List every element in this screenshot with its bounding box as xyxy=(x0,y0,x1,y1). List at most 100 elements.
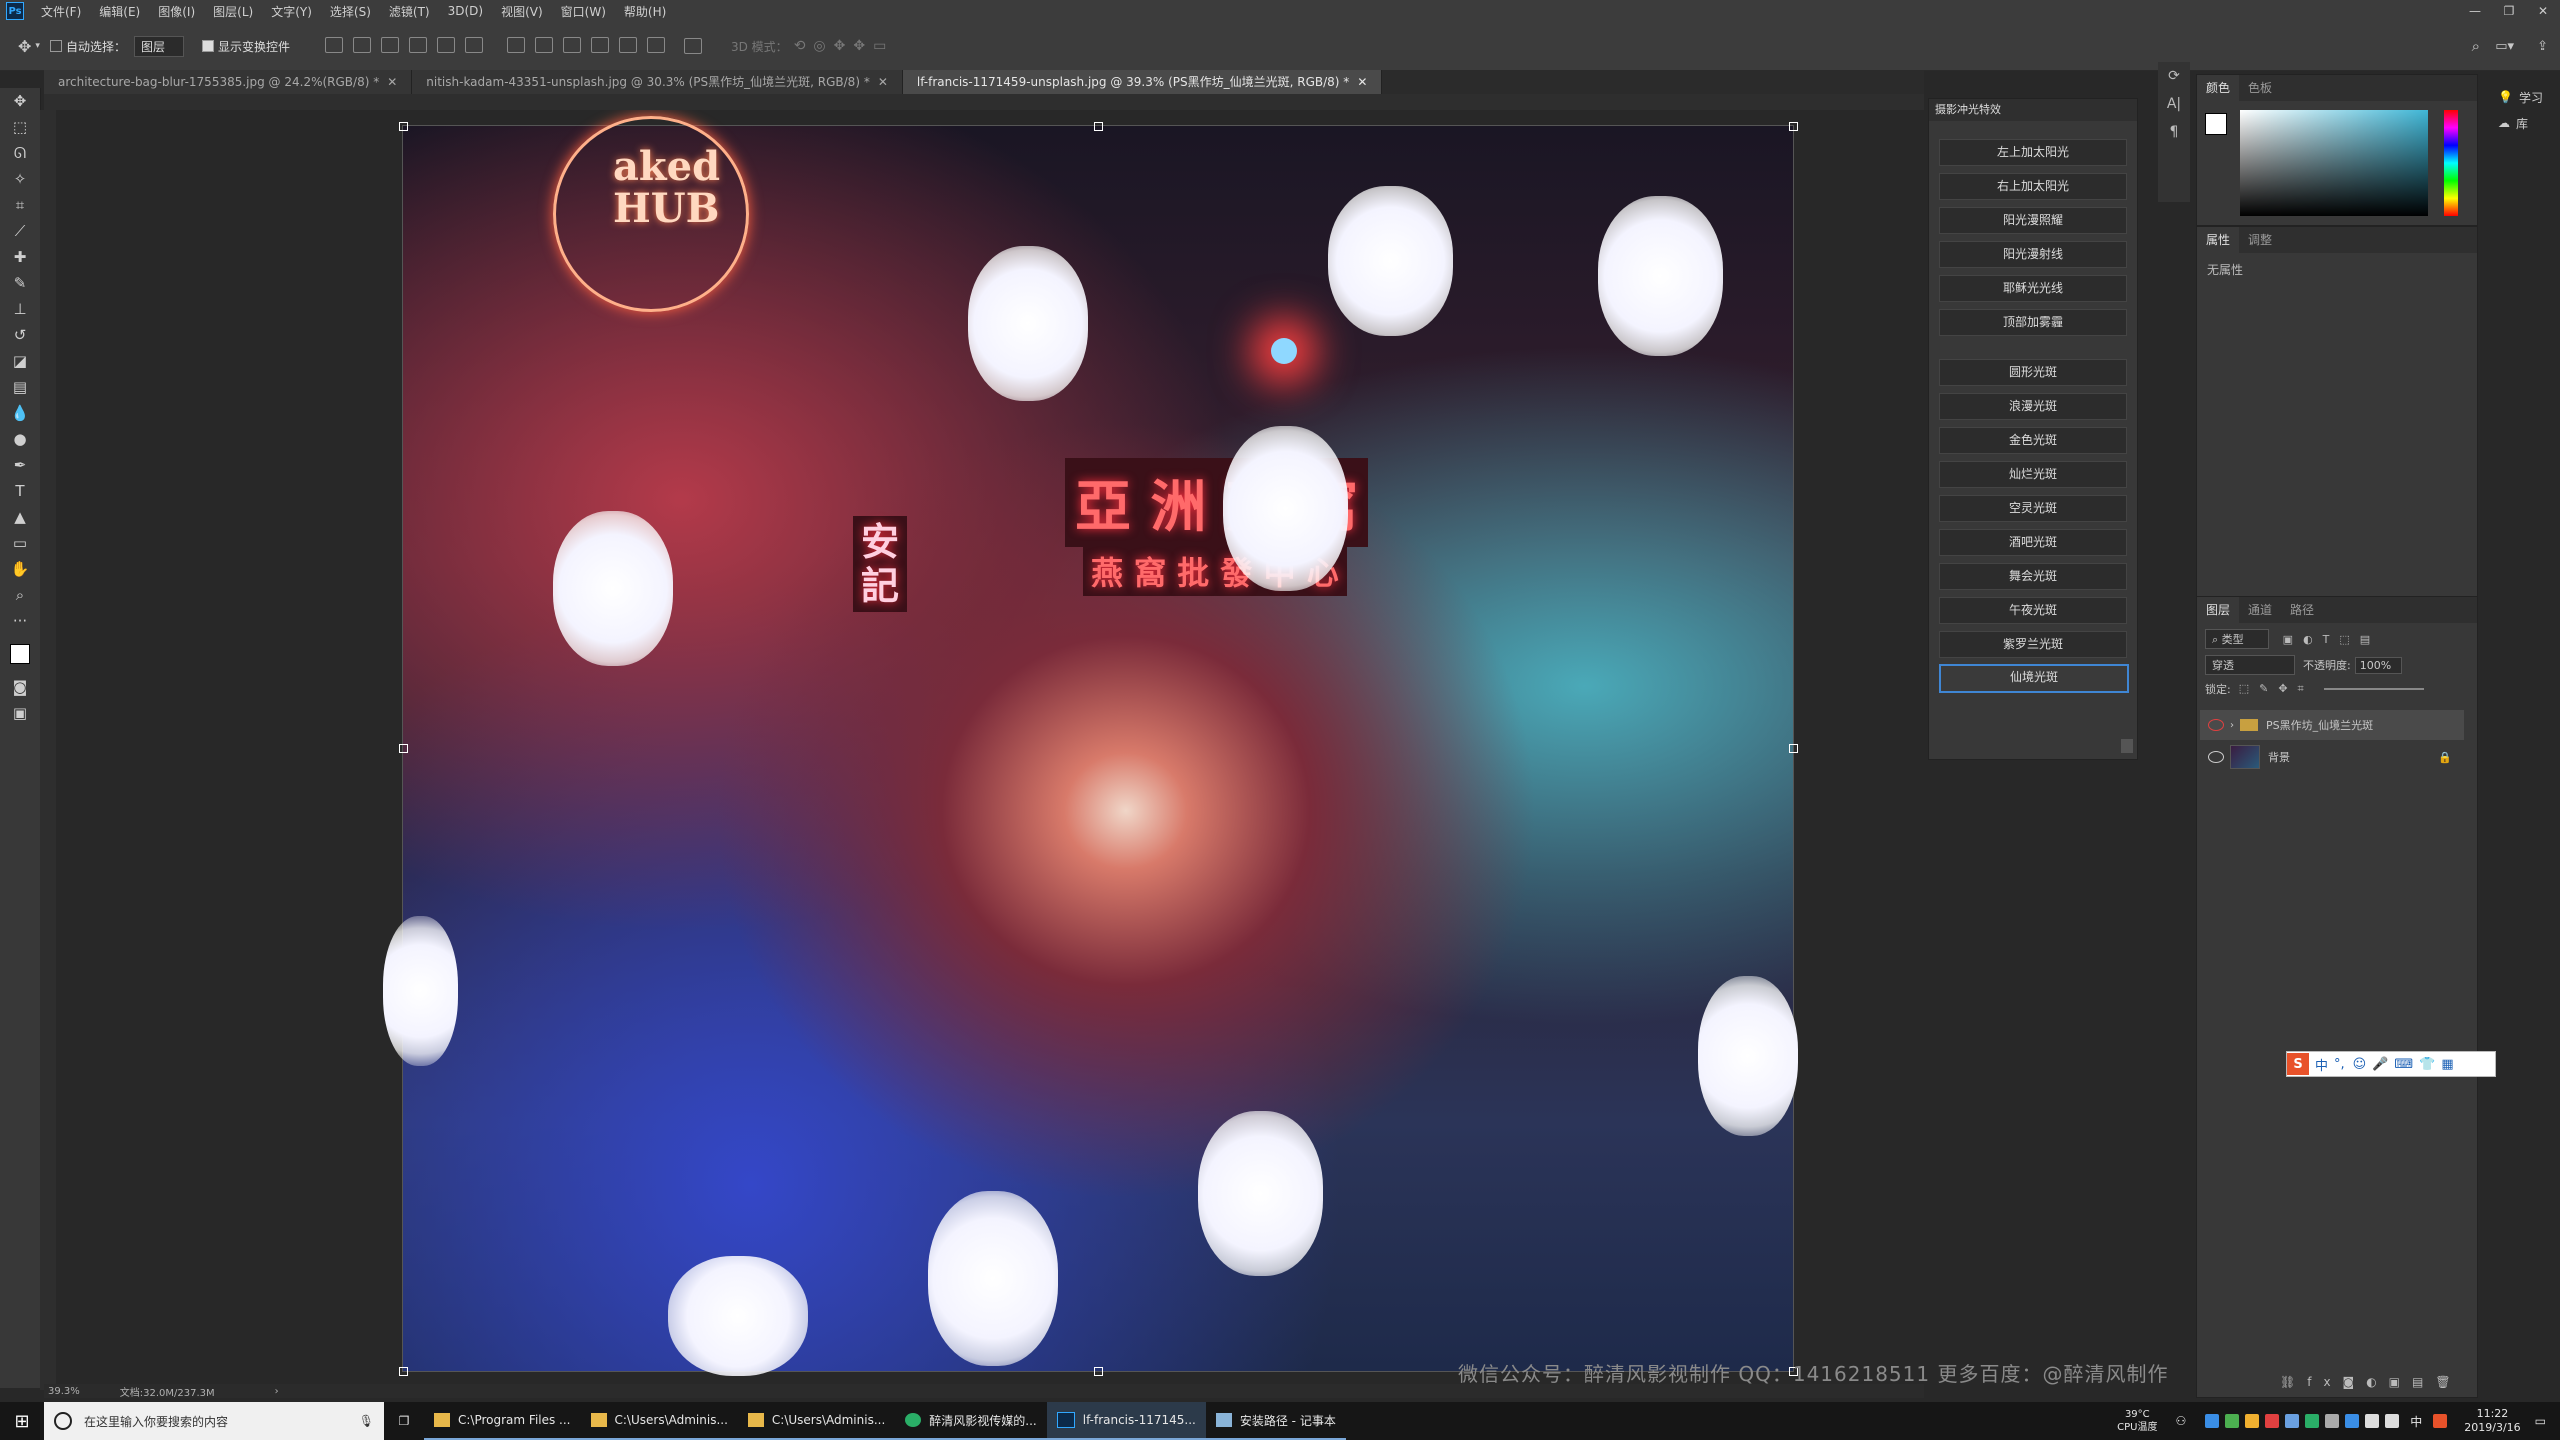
libraries-button[interactable]: ☁ 库 xyxy=(2490,110,2560,136)
microphone-icon[interactable]: 🎙 xyxy=(359,1414,374,1428)
stamp-tool-icon[interactable]: ⊥ xyxy=(0,296,40,322)
tab-adjustments[interactable]: 调整 xyxy=(2239,227,2281,253)
brush-tool-icon[interactable]: ✎ xyxy=(0,270,40,296)
fx-button-bar-bokeh[interactable]: 酒吧光斑 xyxy=(1939,529,2127,556)
fx-button-romantic-bokeh[interactable]: 浪漫光斑 xyxy=(1939,393,2127,420)
lock-icons[interactable]: ⬚✎✥⌗ xyxy=(2239,682,2314,696)
workspace-icon[interactable]: ▭▾ xyxy=(2495,39,2514,54)
ime-punct[interactable]: °, xyxy=(2334,1057,2345,1072)
taskbar-app-notepad[interactable]: 安装路径 - 记事本 xyxy=(1205,1402,1346,1440)
tab-color[interactable]: 颜色 xyxy=(2197,75,2240,101)
clock[interactable]: 11:22 2019/3/16 xyxy=(2464,1407,2520,1435)
layer-filter-dropdown[interactable]: ⌕ 类型 xyxy=(2205,629,2269,649)
dodge-tool-icon[interactable]: ● xyxy=(0,426,40,452)
taskbar-app-wechat[interactable]: 醉清风影视传媒的... xyxy=(895,1402,1047,1440)
fx-button-sunlight-glow[interactable]: 阳光漫照耀 xyxy=(1939,207,2127,234)
magic-wand-icon[interactable]: ✧ xyxy=(0,166,40,192)
blur-tool-icon[interactable]: 💧 xyxy=(0,400,40,426)
visibility-eye-icon[interactable] xyxy=(2208,719,2224,731)
align-top-icon[interactable] xyxy=(324,36,343,53)
layer-name[interactable]: PS黑作坊_仙境兰光斑 xyxy=(2266,717,2373,733)
fx-button-god-rays[interactable]: 耶稣光光线 xyxy=(1939,275,2127,302)
minimize-button[interactable]: — xyxy=(2458,0,2492,22)
path-select-icon[interactable]: ▲ xyxy=(0,504,40,530)
start-button[interactable]: ⊞ xyxy=(0,1402,44,1440)
menu-edit[interactable]: 编辑(E) xyxy=(90,3,149,20)
expand-arrow-icon[interactable]: › xyxy=(2230,720,2234,731)
distribute-hcenter-icon[interactable] xyxy=(618,36,637,53)
hue-slider[interactable] xyxy=(2444,110,2458,216)
fx-button-violet-bokeh[interactable]: 紫罗兰光斑 xyxy=(1939,631,2127,658)
sogou-tray-icon[interactable] xyxy=(2433,1414,2448,1428)
fx-button-sunlight-rays[interactable]: 阳光漫射线 xyxy=(1939,241,2127,268)
close-icon[interactable]: ✕ xyxy=(387,75,397,89)
zoom-tool-icon[interactable]: ⌕ xyxy=(0,582,40,608)
eyedropper-icon[interactable]: ⟋ xyxy=(0,218,40,244)
color-swatches[interactable] xyxy=(0,634,40,674)
menu-type[interactable]: 文字(Y) xyxy=(262,3,321,20)
visibility-eye-icon[interactable] xyxy=(2208,751,2224,763)
canvas-area[interactable]: aked HUB 亞 洲 燕 窩 燕 窩 批 發 中 心 安 記 xyxy=(56,110,1924,1390)
transform-handle[interactable] xyxy=(399,1367,408,1376)
menu-filter[interactable]: 滤镜(T) xyxy=(380,3,439,20)
tray-app-icon[interactable] xyxy=(2325,1414,2340,1428)
fx-button-gold-bokeh[interactable]: 金色光斑 xyxy=(1939,427,2127,454)
foreground-color-swatch[interactable] xyxy=(10,644,30,664)
fx-button-ethereal-bokeh[interactable]: 空灵光斑 xyxy=(1939,495,2127,522)
tray-app-icon[interactable] xyxy=(2225,1414,2240,1428)
tab-document-3[interactable]: lf-francis-1171459-unsplash.jpg @ 39.3% … xyxy=(902,70,1383,94)
zoom-level[interactable]: 39.3% xyxy=(48,1386,80,1397)
menu-select[interactable]: 选择(S) xyxy=(321,3,380,20)
fx-button-fairyland-bokeh[interactable]: 仙境光斑 xyxy=(1939,664,2129,693)
panel-resize-handle[interactable] xyxy=(2121,739,2133,753)
hand-tool-icon[interactable]: ✋ xyxy=(0,556,40,582)
share-icon[interactable]: ⇪ xyxy=(2537,39,2548,54)
restore-button[interactable]: ❐ xyxy=(2492,0,2526,22)
tab-paths[interactable]: 路径 xyxy=(2281,597,2323,623)
show-transform-checkbox[interactable]: 显示变换控件 xyxy=(201,38,290,55)
fx-button-sun-top-left[interactable]: 左上加太阳光 xyxy=(1939,139,2127,166)
blend-mode-dropdown[interactable]: 穿透 xyxy=(2205,655,2295,675)
task-view-icon[interactable]: ❐ xyxy=(384,1414,424,1428)
taskbar-app-explorer-2[interactable]: C:\Users\Adminis... xyxy=(580,1402,738,1440)
fx-button-dance-bokeh[interactable]: 舞会光斑 xyxy=(1939,563,2127,590)
taskbar-search[interactable]: 在这里输入你要搜索的内容 🎙 xyxy=(44,1402,384,1440)
transform-handle[interactable] xyxy=(399,122,408,131)
fx-button-brilliant-bokeh[interactable]: 灿烂光斑 xyxy=(1939,461,2127,488)
align-right-icon[interactable] xyxy=(464,36,483,53)
ime-mode[interactable]: 中 xyxy=(2315,1055,2328,1074)
tab-layers[interactable]: 图层 xyxy=(2197,597,2240,623)
color-picker-field[interactable] xyxy=(2240,110,2428,216)
volume-icon[interactable] xyxy=(2385,1414,2400,1428)
tray-app-icon[interactable] xyxy=(2205,1414,2220,1428)
align-left-icon[interactable] xyxy=(408,36,427,53)
tab-properties[interactable]: 属性 xyxy=(2197,227,2240,253)
menu-image[interactable]: 图像(I) xyxy=(149,3,204,20)
align-hcenter-icon[interactable] xyxy=(436,36,455,53)
search-icon[interactable]: ⌕ xyxy=(2472,37,2480,55)
ime-tray-indicator[interactable]: 中 xyxy=(2410,1413,2422,1430)
distribute-left-icon[interactable] xyxy=(590,36,609,53)
foreground-color-swatch[interactable] xyxy=(2205,113,2227,135)
eraser-icon[interactable]: ◪ xyxy=(0,348,40,374)
quick-mask-icon[interactable]: ◙ xyxy=(0,674,40,700)
auto-select-checkbox[interactable]: 自动选择： xyxy=(49,38,126,55)
tab-swatches[interactable]: 色板 xyxy=(2239,75,2281,101)
crop-tool-icon[interactable]: ⌗ xyxy=(0,192,40,218)
distribute-vcenter-icon[interactable] xyxy=(534,36,553,53)
layers-footer-icons[interactable]: ⛓fx◙◐▣▤🗑 xyxy=(2280,1375,2463,1389)
tab-document-2[interactable]: nitish-kadam-43351-unsplash.jpg @ 30.3% … xyxy=(412,70,903,94)
history-brush-icon[interactable]: ↺ xyxy=(0,322,40,348)
marquee-tool-icon[interactable]: ⬚ xyxy=(0,114,40,140)
document-image[interactable]: aked HUB 亞 洲 燕 窩 燕 窩 批 發 中 心 安 記 xyxy=(383,116,1798,1376)
auto-select-dropdown[interactable]: 图层 xyxy=(133,35,184,57)
layer-row-background[interactable]: 背景 🔒 xyxy=(2200,742,2464,772)
fx-button-sun-top-right[interactable]: 右上加太阳光 xyxy=(1939,173,2127,200)
gradient-tool-icon[interactable]: ▤ xyxy=(0,374,40,400)
fx-button-round-bokeh[interactable]: 圆形光斑 xyxy=(1939,359,2127,386)
tab-document-1[interactable]: architecture-bag-blur-1755385.jpg @ 24.2… xyxy=(44,70,413,94)
more-tools-icon[interactable]: ··· xyxy=(0,608,40,634)
paragraph-icon[interactable]: ¶ xyxy=(2158,118,2190,146)
menu-help[interactable]: 帮助(H) xyxy=(615,3,675,20)
taskbar-app-explorer-1[interactable]: C:\Program Files ... xyxy=(424,1402,581,1440)
